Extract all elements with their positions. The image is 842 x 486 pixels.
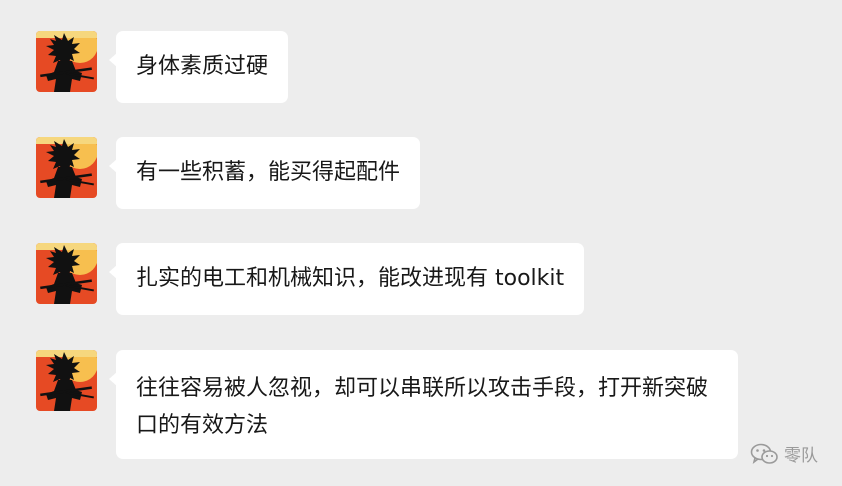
samurai-avatar-icon [36, 243, 97, 304]
bubble-tail [109, 372, 117, 386]
watermark: 零队 [750, 441, 818, 466]
message-text: 有一些积蓄，能买得起配件 [136, 160, 401, 185]
message-bubble[interactable]: 身体素质过硬 [109, 31, 289, 103]
message-text: 往往容易被人忽视，却可以串联所以攻击手段，打开新突破口的有效方法 [136, 376, 709, 438]
avatar[interactable] [36, 243, 97, 304]
bubble-tail [109, 53, 117, 67]
samurai-avatar-icon [36, 31, 97, 92]
avatar[interactable] [36, 31, 97, 92]
samurai-avatar-icon [36, 137, 97, 198]
message-text: 身体素质过硬 [136, 54, 269, 79]
watermark-label: 零队 [784, 446, 818, 466]
avatar[interactable] [36, 137, 97, 198]
bubble-tail [109, 265, 117, 279]
samurai-avatar-icon [36, 350, 97, 411]
wechat-logo-icon [750, 443, 778, 464]
message-bubble[interactable]: 往往容易被人忽视，却可以串联所以攻击手段，打开新突破口的有效方法 [109, 350, 738, 459]
message-bubble[interactable]: 扎实的电工和机械知识，能改进现有 toolkit [109, 243, 585, 315]
avatar[interactable] [36, 350, 97, 411]
bubble-tail [109, 159, 117, 173]
message-text: 扎实的电工和机械知识，能改进现有 toolkit [136, 266, 565, 291]
message-bubble[interactable]: 有一些积蓄，能买得起配件 [109, 137, 421, 209]
